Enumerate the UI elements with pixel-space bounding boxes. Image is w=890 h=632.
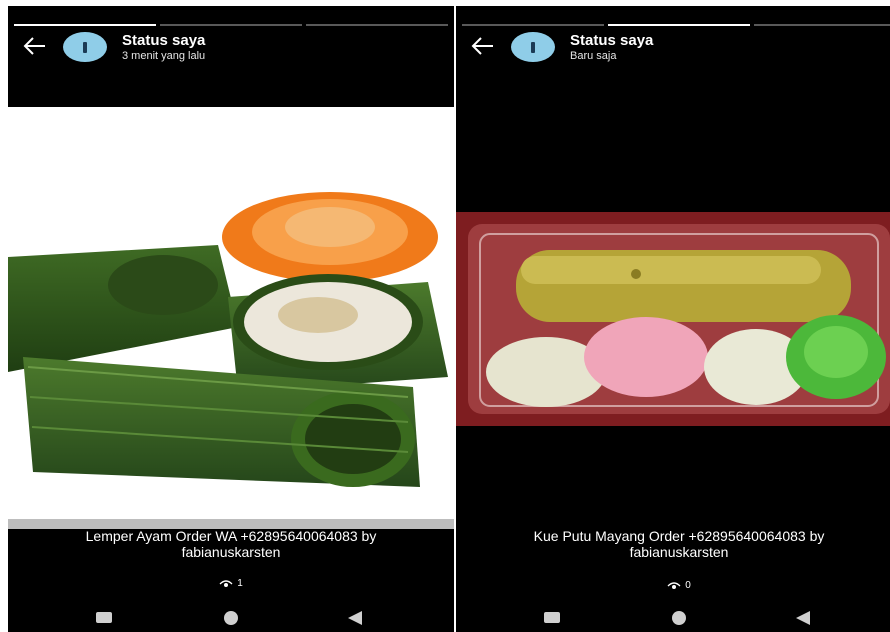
status-progress-bar bbox=[14, 24, 448, 26]
avatar[interactable] bbox=[511, 32, 555, 62]
back-arrow-icon[interactable] bbox=[470, 36, 496, 56]
home-circle-icon[interactable] bbox=[224, 611, 238, 625]
view-count: 1 bbox=[237, 578, 243, 589]
progress-segment bbox=[462, 24, 604, 26]
back-triangle-icon[interactable] bbox=[796, 611, 810, 625]
recents-square-icon[interactable] bbox=[544, 612, 560, 623]
progress-segment bbox=[608, 24, 750, 26]
status-panel-left: Status saya 3 menit yang lalu Lemper Aya… bbox=[8, 6, 454, 632]
eye-icon bbox=[667, 581, 681, 589]
avatar-icon bbox=[83, 42, 87, 53]
back-arrow-icon[interactable] bbox=[22, 36, 48, 56]
android-nav-bar bbox=[456, 606, 890, 632]
view-counter[interactable]: 0 bbox=[456, 580, 890, 591]
recents-square-icon[interactable] bbox=[96, 612, 112, 623]
status-progress-bar bbox=[462, 24, 890, 26]
caption-line: fabianuskarsten bbox=[181, 544, 281, 560]
status-caption: Lemper Ayam Order WA +62895640064083 by … bbox=[18, 528, 444, 560]
avatar[interactable] bbox=[63, 32, 107, 62]
status-photo-lemper bbox=[8, 107, 454, 529]
home-circle-icon[interactable] bbox=[672, 611, 686, 625]
caption-line: Lemper Ayam Order WA +62895640064083 by bbox=[85, 528, 377, 544]
status-title: Status saya bbox=[122, 32, 206, 49]
caption-line: Kue Putu Mayang Order +62895640064083 by bbox=[533, 528, 825, 544]
status-panel-right: Status saya Baru saja Kue Putu Mayang Or… bbox=[456, 6, 890, 632]
caption-line: fabianuskarsten bbox=[629, 544, 729, 560]
progress-segment bbox=[754, 24, 890, 26]
progress-segment bbox=[160, 24, 302, 26]
view-count: 0 bbox=[685, 580, 691, 591]
status-time: 3 menit yang lalu bbox=[122, 50, 206, 62]
status-caption: Kue Putu Mayang Order +62895640064083 by… bbox=[466, 528, 890, 560]
progress-segment bbox=[306, 24, 448, 26]
progress-segment bbox=[14, 24, 156, 26]
status-photo-kue-putu-mayang bbox=[456, 212, 890, 426]
eye-icon bbox=[219, 579, 233, 587]
avatar-icon bbox=[531, 42, 535, 53]
android-nav-bar bbox=[8, 606, 454, 632]
status-time: Baru saja bbox=[570, 50, 617, 62]
view-counter[interactable]: 1 bbox=[8, 578, 454, 589]
status-title: Status saya bbox=[570, 32, 654, 49]
back-triangle-icon[interactable] bbox=[348, 611, 362, 625]
